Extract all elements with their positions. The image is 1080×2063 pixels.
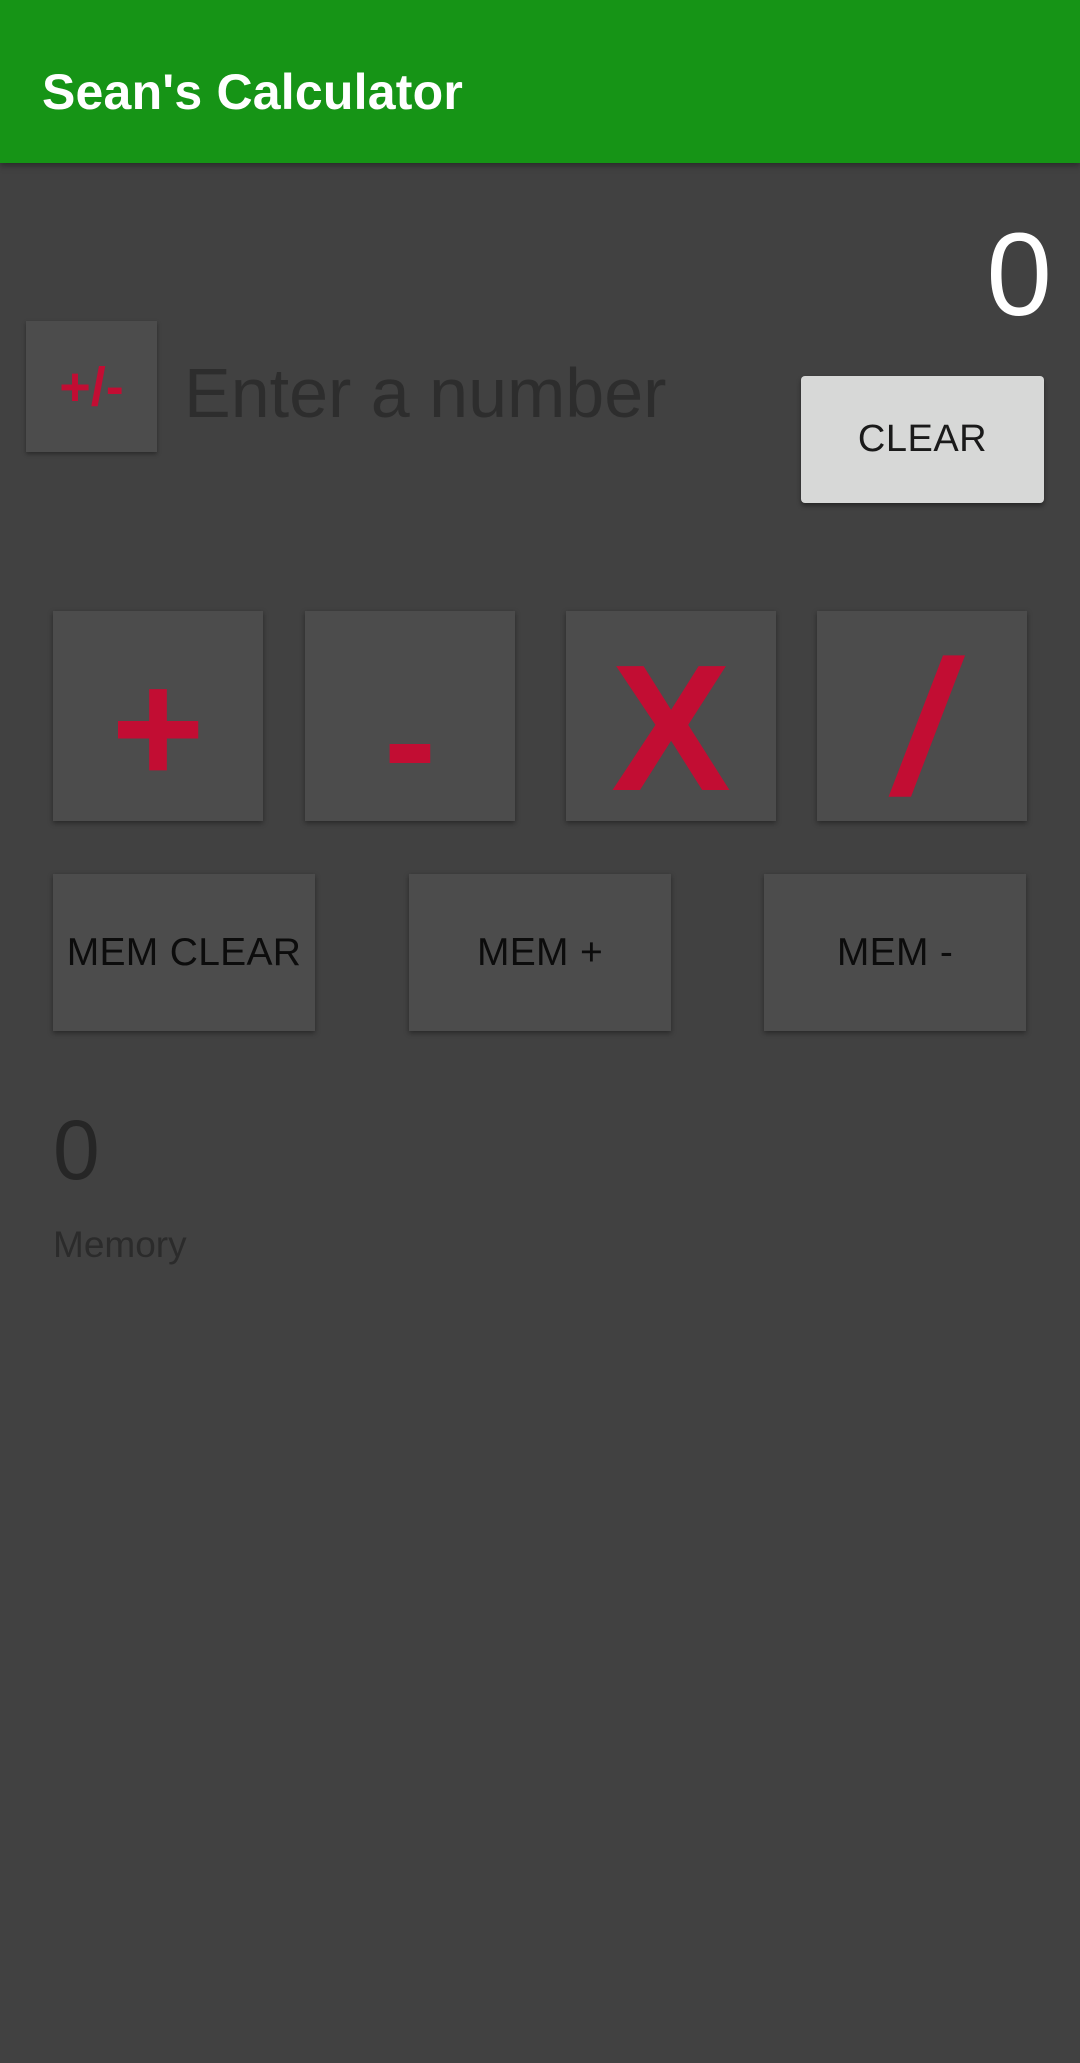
divide-button[interactable]: /	[817, 611, 1027, 834]
mem-plus-button[interactable]: MEM +	[409, 874, 671, 1031]
multiply-button[interactable]: X	[566, 611, 776, 829]
mem-clear-button[interactable]: MEM CLEAR	[53, 874, 315, 1031]
app-title: Sean's Calculator	[42, 64, 464, 120]
result-display: 0	[986, 209, 1052, 341]
memory-value: 0	[53, 1103, 100, 1197]
add-button[interactable]: +	[53, 611, 263, 821]
app-bar: Sean's Calculator	[0, 0, 1080, 163]
mem-minus-button[interactable]: MEM -	[764, 874, 1026, 1031]
sign-toggle-button[interactable]: +/-	[26, 321, 157, 452]
memory-label: Memory	[53, 1224, 187, 1265]
number-input[interactable]	[184, 338, 784, 448]
subtract-button[interactable]: -	[305, 611, 515, 829]
clear-button[interactable]: CLEAR	[801, 376, 1044, 503]
